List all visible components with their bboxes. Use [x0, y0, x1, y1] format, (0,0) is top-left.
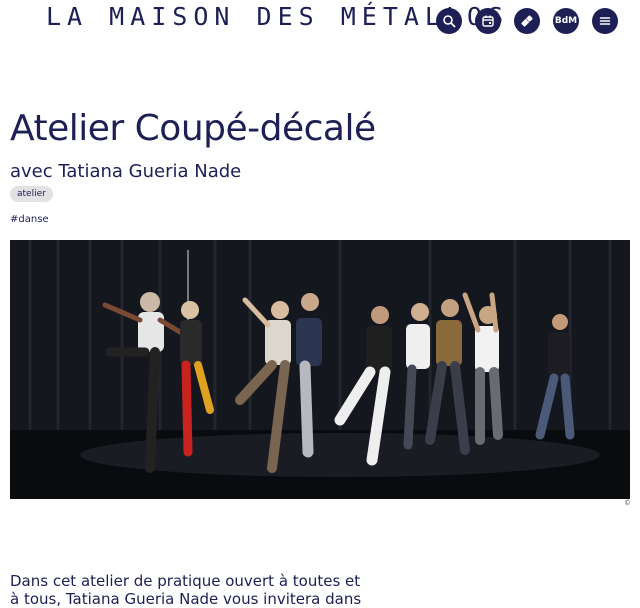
bdm-badge: BdM: [554, 16, 578, 26]
intro-text: Dans cet atelier de pratique ouvert à to…: [10, 572, 362, 608]
bdm-button[interactable]: BdM: [553, 8, 579, 34]
ticket-icon: [521, 15, 533, 27]
search-button[interactable]: [436, 8, 462, 34]
header-nav: BdM: [436, 8, 618, 34]
hashtag-link[interactable]: #danse: [10, 214, 49, 225]
menu-icon: [599, 17, 611, 25]
menu-button[interactable]: [592, 8, 618, 34]
event-photo: [10, 240, 630, 499]
event-subtitle: avec Tatiana Gueria Nade: [10, 161, 242, 182]
calendar-button[interactable]: [475, 8, 501, 34]
photo-credit: ©: [624, 499, 631, 507]
search-icon: [443, 15, 456, 28]
page-title: Atelier Coupé-décalé: [10, 108, 376, 149]
ticket-button[interactable]: [514, 8, 540, 34]
calendar-icon: [482, 15, 494, 27]
category-tag[interactable]: atelier: [10, 186, 53, 202]
